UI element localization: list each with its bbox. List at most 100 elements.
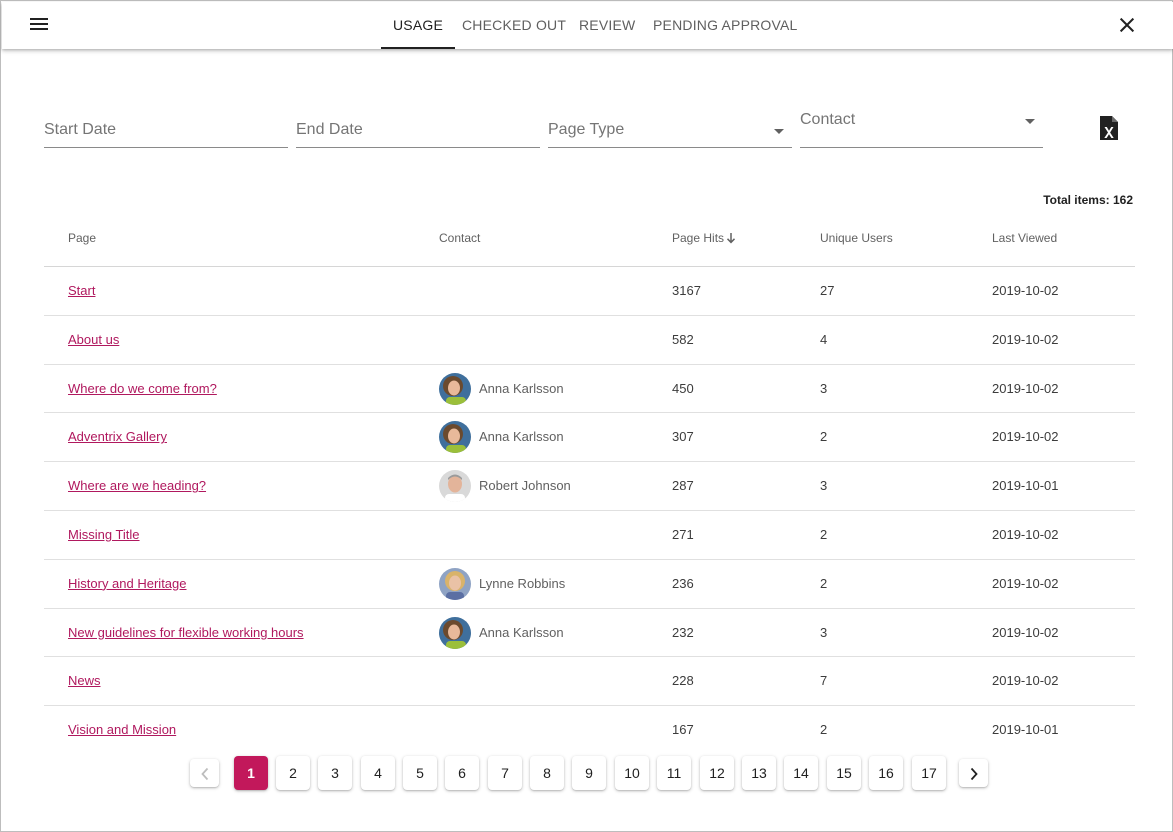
page-button-6[interactable]: 6 [445, 756, 479, 790]
excel-file-icon[interactable] [1098, 115, 1120, 141]
avatar [439, 372, 471, 405]
contact-name: Robert Johnson [479, 478, 571, 494]
page-link[interactable]: Vision and Mission [68, 722, 176, 737]
page-link[interactable]: Missing Title [68, 527, 140, 542]
page-hits-cell: 307 [672, 429, 694, 445]
table-row: History and Heritage Lynne Robbins 236 2… [44, 560, 1135, 609]
app-window: Usage Checked out Review Pending approva… [0, 0, 1173, 832]
dropdown-arrow-icon [774, 129, 784, 134]
contact-cell: Anna Karlsson [439, 365, 659, 413]
table-row: Start 3167 27 2019-10-02 [44, 267, 1135, 316]
page-hits-cell: 450 [672, 380, 694, 396]
tab-pending-approval[interactable]: Pending approval [641, 2, 810, 49]
usage-table: Page Contact Page Hits Unique Users Last… [44, 213, 1135, 755]
page-button-14[interactable]: 14 [784, 756, 818, 790]
column-header-unique-users[interactable]: Unique Users [820, 231, 893, 245]
contact-cell: Anna Karlsson [439, 413, 659, 461]
tab-review[interactable]: Review [567, 2, 647, 49]
contact-cell: Lynne Robbins [439, 560, 659, 608]
unique-users-cell: 4 [820, 331, 828, 347]
page-link[interactable]: New guidelines for flexible working hour… [68, 625, 304, 640]
chevron-right-icon[interactable] [959, 759, 988, 787]
table-row: News 228 7 2019-10-02 [44, 657, 1135, 707]
start-date-input[interactable] [44, 105, 288, 145]
column-header-page-hits[interactable]: Page Hits [672, 231, 736, 245]
page-button-10[interactable]: 10 [615, 756, 649, 790]
avatar [439, 567, 471, 600]
last-viewed-cell: 2019-10-02 [992, 526, 1059, 542]
page-link[interactable]: Where do we come from? [68, 381, 217, 396]
page-button-2[interactable]: 2 [276, 756, 310, 790]
page-button-8[interactable]: 8 [530, 756, 564, 790]
last-viewed-cell: 2019-10-02 [992, 624, 1059, 640]
avatar [439, 470, 471, 503]
contact-label: Contact [800, 111, 856, 128]
page-link[interactable]: Start [68, 283, 95, 298]
page-button-15[interactable]: 15 [827, 756, 861, 790]
tab-usage[interactable]: Usage [381, 2, 456, 49]
page-link[interactable]: History and Heritage [68, 576, 187, 591]
contact-name: Lynne Robbins [479, 575, 566, 591]
column-header-last-viewed[interactable]: Last Viewed [992, 231, 1057, 245]
total-items: Total items: 162 [1043, 193, 1133, 207]
dropdown-arrow-icon [1025, 119, 1035, 124]
page-hits-cell: 271 [672, 526, 694, 542]
last-viewed-cell: 2019-10-02 [992, 429, 1059, 445]
page-hits-cell: 232 [672, 624, 694, 640]
table-row: Where do we come from? Anna Karlsson 450… [44, 365, 1135, 414]
contact-name: Anna Karlsson [479, 624, 564, 640]
page-button-9[interactable]: 9 [572, 756, 606, 790]
unique-users-cell: 3 [820, 380, 828, 396]
page-button-12[interactable]: 12 [700, 756, 734, 790]
close-icon[interactable] [1116, 14, 1138, 36]
page-hits-cell: 287 [672, 478, 694, 494]
page-link[interactable]: Where are we heading? [68, 478, 206, 493]
end-date-input[interactable] [296, 105, 540, 145]
end-date-field[interactable] [296, 105, 540, 148]
page-button-5[interactable]: 5 [403, 756, 437, 790]
page-link[interactable]: Adventrix Gallery [68, 429, 167, 444]
table-row: Vision and Mission 167 2 2019-10-01 [44, 706, 1135, 755]
page-button-7[interactable]: 7 [488, 756, 522, 790]
contact-name: Anna Karlsson [479, 380, 564, 396]
start-date-field[interactable] [44, 105, 288, 148]
unique-users-cell: 27 [820, 283, 835, 298]
last-viewed-cell: 2019-10-02 [992, 575, 1059, 591]
page-button-1[interactable]: 1 [234, 756, 268, 790]
page-button-4[interactable]: 4 [361, 756, 395, 790]
page-hits-cell: 582 [672, 331, 694, 347]
page-button-16[interactable]: 16 [869, 756, 903, 790]
last-viewed-cell: 2019-10-02 [992, 673, 1059, 689]
page-button-13[interactable]: 13 [742, 756, 776, 790]
tab-checked-out[interactable]: Checked out [450, 2, 578, 49]
page-type-label: Page Type [548, 121, 625, 138]
table-row: About us 582 4 2019-10-02 [44, 316, 1135, 365]
column-header-page[interactable]: Page [68, 231, 96, 245]
table-body: Start 3167 27 2019-10-02 About us 582 4 … [44, 267, 1135, 755]
page-hits-cell: 3167 [672, 283, 701, 298]
chevron-left-icon[interactable] [190, 759, 219, 787]
page-link[interactable]: About us [68, 332, 119, 347]
avatar [439, 616, 471, 649]
pagination: 1 2 3 4 5 6 7 8 9 10 11 12 13 14 15 16 1… [1, 756, 1173, 790]
last-viewed-cell: 2019-10-01 [992, 722, 1059, 738]
page-hits-cell: 228 [672, 673, 694, 689]
table-row: Where are we heading? Robert Johnson 287… [44, 462, 1135, 511]
page-link[interactable]: News [68, 673, 101, 688]
page-button-17[interactable]: 17 [912, 756, 946, 790]
unique-users-cell: 2 [820, 722, 828, 738]
table-row: Adventrix Gallery Anna Karlsson 307 2 20… [44, 413, 1135, 463]
table-row: New guidelines for flexible working hour… [44, 609, 1135, 658]
last-viewed-cell: 2019-10-02 [992, 283, 1059, 298]
top-bar: Usage Checked out Review Pending approva… [2, 2, 1173, 49]
page-button-11[interactable]: 11 [657, 756, 691, 790]
unique-users-cell: 2 [820, 575, 828, 591]
page-button-3[interactable]: 3 [318, 756, 352, 790]
column-header-contact[interactable]: Contact [439, 231, 480, 245]
page-type-select[interactable]: Page Type [548, 105, 792, 148]
contact-cell: Robert Johnson [439, 462, 659, 510]
unique-users-cell: 2 [820, 429, 828, 445]
unique-users-cell: 3 [820, 478, 828, 494]
tab-bar: Usage Checked out Review Pending approva… [2, 2, 1173, 49]
contact-select[interactable]: Contact [800, 105, 1043, 148]
